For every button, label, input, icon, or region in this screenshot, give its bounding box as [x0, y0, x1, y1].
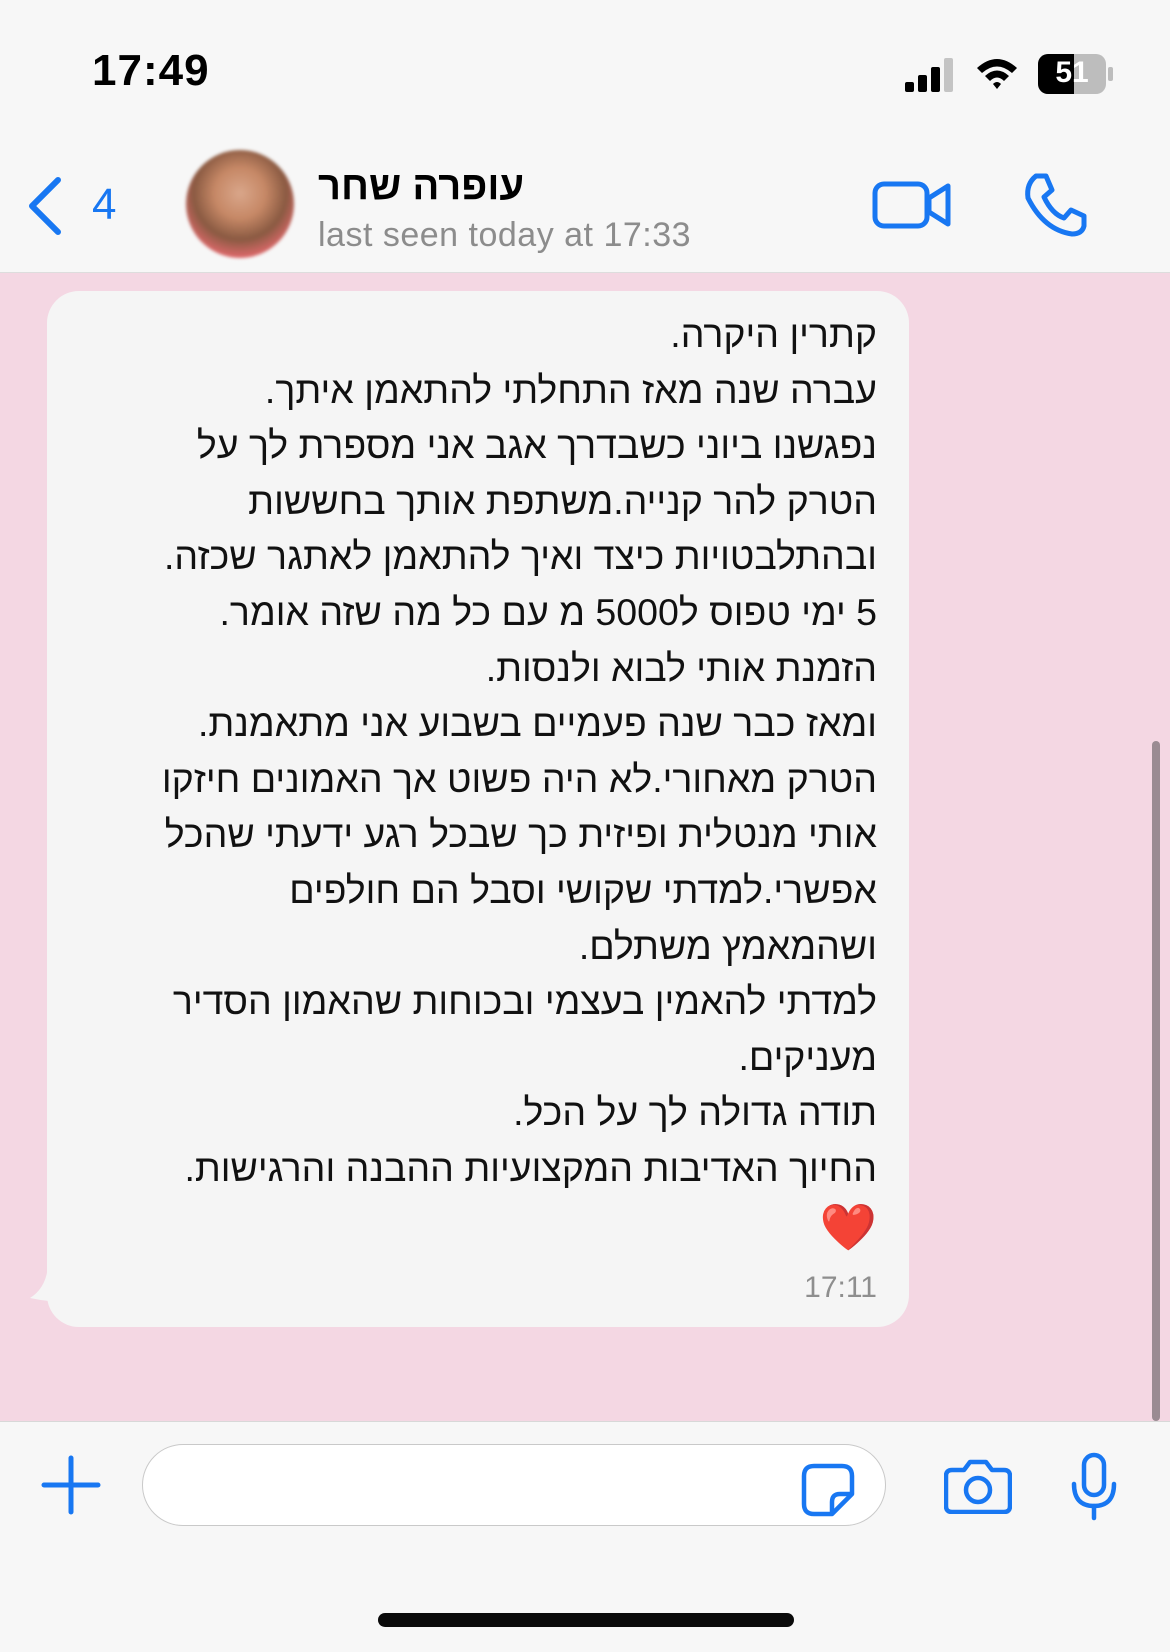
last-seen-status: last seen today at 17:33 [318, 216, 692, 254]
bubble-tail [30, 1240, 70, 1302]
message-line: החיוך האדיבות המקצועיות ההבנה והרגישות. [184, 1146, 877, 1189]
status-bar: 17:49 51 [0, 0, 1170, 140]
message-line: קתרין היקרה. [670, 313, 877, 355]
heart-emoji: ❤️ [819, 1200, 877, 1253]
status-time: 17:49 [92, 46, 210, 95]
message-time: 17:11 [804, 1271, 877, 1304]
message-line: אפשרי.למדתי שקושי וסבל הם חולפים [289, 868, 877, 911]
message-line: תודה גדולה לך על הכל. [513, 1091, 877, 1134]
battery-icon: 51 [1038, 54, 1114, 94]
avatar[interactable] [186, 150, 294, 258]
message-line: 5 ימי טפוס ל5000 מ עם כל מה שזה אומר. [219, 590, 878, 633]
message-line: אותי מנטלית ופיזית כך שבכל רגע ידעתי שהכ… [164, 813, 877, 856]
message-line: ושהמאמץ משתלם. [578, 924, 877, 967]
unread-count[interactable]: 4 [92, 180, 116, 230]
video-call-icon[interactable] [872, 176, 952, 234]
sticker-icon[interactable] [800, 1462, 856, 1518]
wifi-icon [977, 59, 1017, 89]
message-line: למדתי להאמין בעצמי ובכוחות שהאמון הסדיר [172, 980, 877, 1023]
home-indicator[interactable] [378, 1613, 794, 1627]
message-line: ומאז כבר שנה פעמיים בשבוע אני מתאמנת. [197, 702, 877, 745]
contact-name[interactable]: עופרה שחר [318, 164, 524, 209]
message-bubble[interactable]: קתרין היקרה. עברה שנה מאז התחלתי להתאמן א… [47, 291, 909, 1327]
chat-area[interactable]: קתרין היקרה. עברה שנה מאז התחלתי להתאמן א… [0, 273, 1170, 1421]
microphone-icon[interactable] [1070, 1452, 1118, 1522]
message-input[interactable] [142, 1444, 886, 1526]
message-line: הטרק להר קנייה.משתפת אותך בחששות [248, 479, 877, 522]
chat-header: 4 עופרה שחר last seen today at 17:33 [0, 140, 1170, 273]
signal-icon [905, 58, 953, 92]
message-line: ובהתלבטויות כיצד ואיך להתאמן לאתגר שכזה. [164, 535, 877, 578]
message-line: הטרק מאחורי.לא היה פשוט אך האמונים חיזקו [161, 757, 877, 800]
message-line: הזמנת אותי לבוא ולנסות. [485, 646, 877, 689]
message-text: קתרין היקרה. עברה שנה מאז התחלתי להתאמן א… [79, 307, 877, 1197]
back-chevron-icon[interactable] [22, 176, 70, 236]
scrollbar[interactable] [1152, 741, 1160, 1421]
message-line: עברה שנה מאז התחלתי להתאמן איתך. [264, 368, 877, 411]
message-line: מעניקים. [738, 1035, 877, 1078]
input-bar [0, 1421, 1170, 1652]
battery-level: 51 [1055, 56, 1089, 89]
message-line: נפגשנו ביוני כשבדרך אגב אני מספרת לך על [196, 424, 877, 467]
plus-icon[interactable] [40, 1454, 102, 1516]
phone-call-icon[interactable] [1022, 172, 1088, 238]
camera-icon[interactable] [944, 1458, 1012, 1514]
